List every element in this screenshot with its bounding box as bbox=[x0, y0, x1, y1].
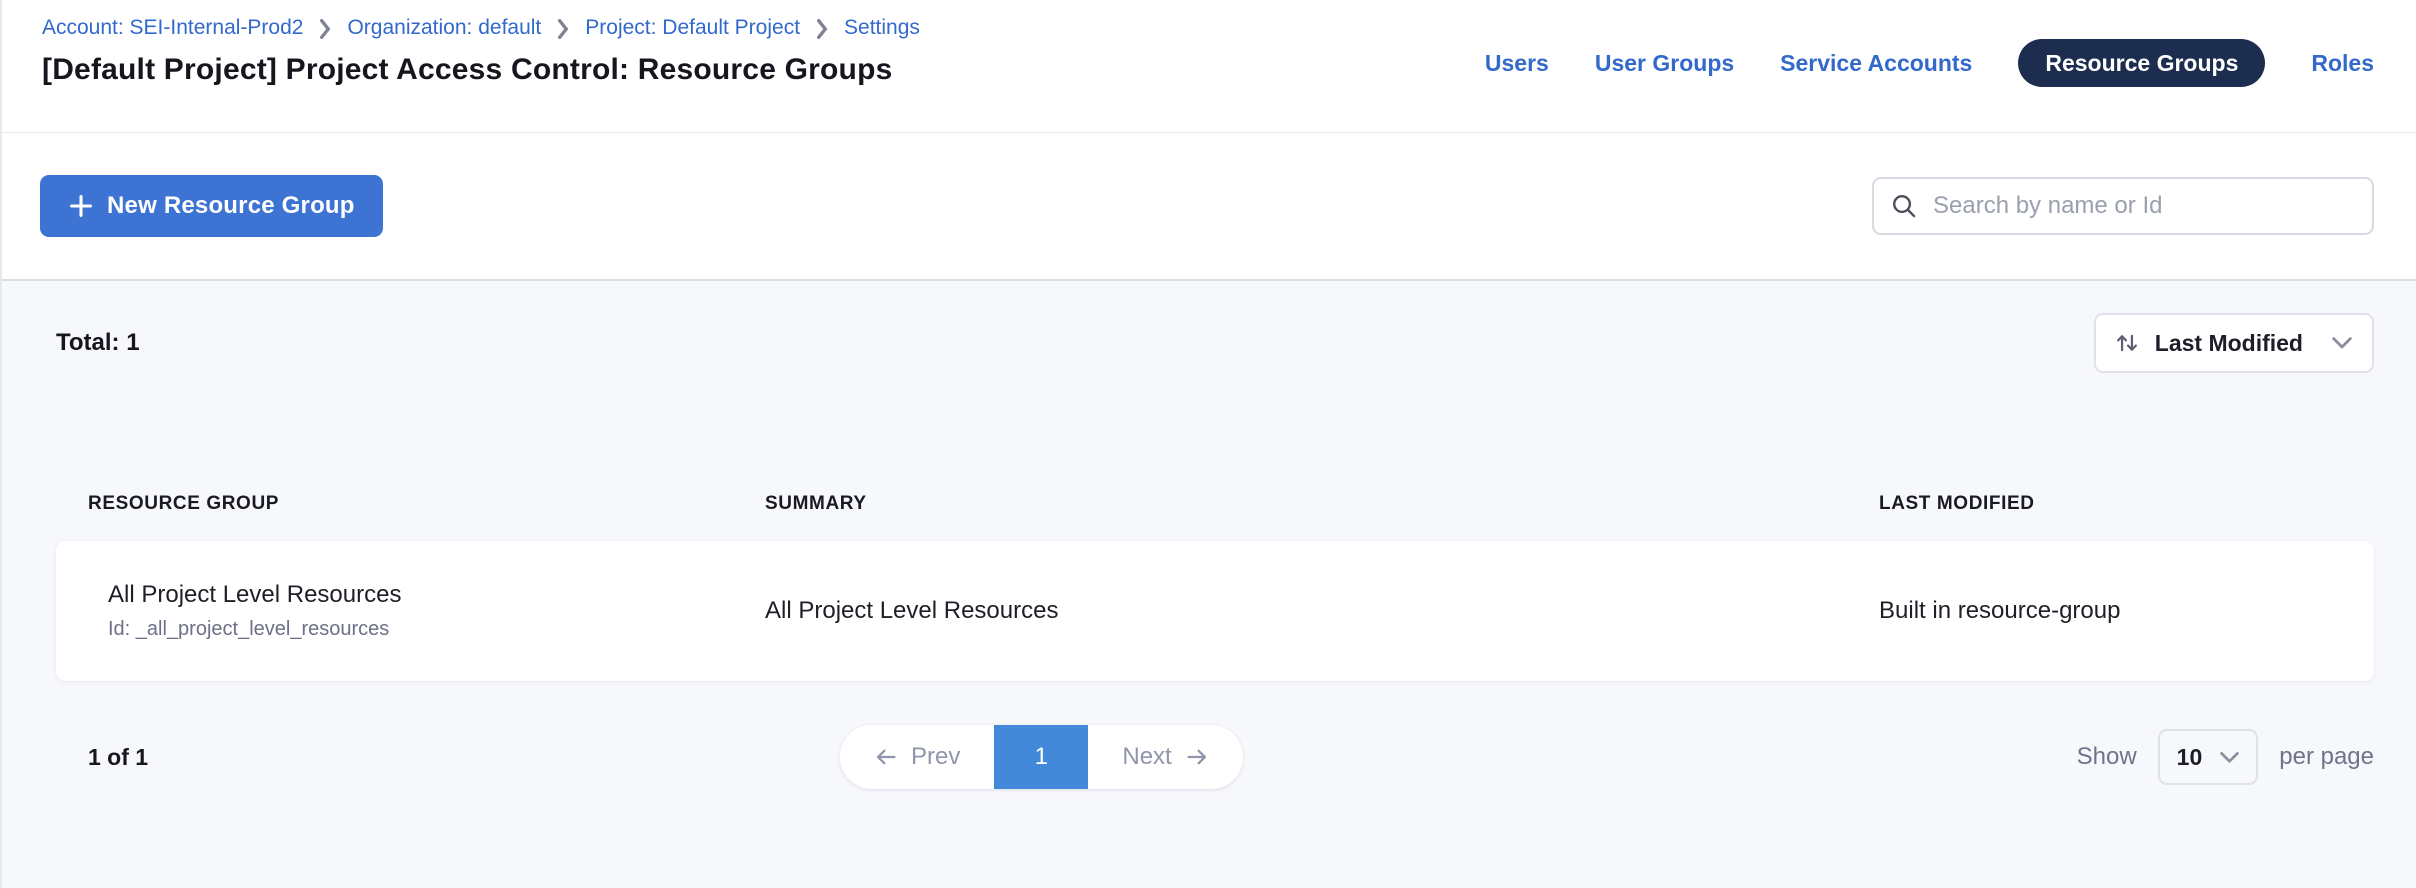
tab-users[interactable]: Users bbox=[1485, 50, 1549, 77]
page-size-control: Show 10 per page bbox=[2077, 729, 2374, 785]
sort-dropdown[interactable]: Last Modified bbox=[2094, 313, 2374, 373]
breadcrumb-organization-link[interactable]: Organization: default bbox=[347, 16, 541, 40]
page-size-select[interactable]: 10 bbox=[2158, 729, 2259, 785]
table-row[interactable]: All Project Level Resources Id: _all_pro… bbox=[56, 541, 2374, 681]
sort-arrows-icon bbox=[2114, 330, 2140, 356]
column-header-resource-group: RESOURCE GROUP bbox=[88, 493, 765, 515]
arrow-left-icon bbox=[874, 745, 898, 769]
plus-icon bbox=[68, 193, 94, 219]
chevron-right-icon bbox=[556, 19, 570, 39]
breadcrumb: Account: SEI-Internal-Prod2 Organization… bbox=[42, 16, 2374, 40]
arrow-right-icon bbox=[1185, 745, 1209, 769]
page-size-value: 10 bbox=[2177, 744, 2203, 771]
resource-group-id: Id: _all_project_level_resources bbox=[108, 618, 765, 641]
resource-group-list: Total: 1 Last Modified RESOURCE GROUP SU… bbox=[2, 281, 2416, 888]
resource-group-name-cell: All Project Level Resources Id: _all_pro… bbox=[88, 581, 765, 641]
chevron-right-icon bbox=[815, 19, 829, 39]
next-label: Next bbox=[1122, 743, 1171, 771]
resource-group-last-modified: Built in resource-group bbox=[1879, 597, 2374, 625]
column-header-last-modified: LAST MODIFIED bbox=[1879, 493, 2374, 515]
pagination: 1 of 1 Prev 1 Next Show 10 per page bbox=[56, 725, 2374, 789]
search-box bbox=[1872, 177, 2374, 235]
resource-group-name: All Project Level Resources bbox=[108, 581, 765, 609]
pager: Prev 1 Next bbox=[840, 725, 1243, 789]
per-page-label: per page bbox=[2279, 743, 2374, 771]
breadcrumb-project-link[interactable]: Project: Default Project bbox=[585, 16, 800, 40]
chevron-down-icon bbox=[2332, 336, 2352, 350]
page: Account: SEI-Internal-Prod2 Organization… bbox=[0, 0, 2416, 888]
new-resource-group-label: New Resource Group bbox=[107, 192, 355, 220]
prev-label: Prev bbox=[911, 743, 960, 771]
toolbar: New Resource Group bbox=[2, 133, 2416, 281]
page-number-button[interactable]: 1 bbox=[994, 725, 1088, 789]
search-icon bbox=[1890, 192, 1918, 220]
total-count: Total: 1 bbox=[56, 329, 140, 357]
search-input[interactable] bbox=[1933, 192, 2356, 220]
chevron-down-icon bbox=[2220, 751, 2239, 764]
table-header-row: RESOURCE GROUP SUMMARY LAST MODIFIED bbox=[56, 493, 2374, 515]
new-resource-group-button[interactable]: New Resource Group bbox=[40, 175, 383, 237]
page-range-label: 1 of 1 bbox=[56, 744, 148, 771]
tab-user-groups[interactable]: User Groups bbox=[1595, 50, 1734, 77]
tab-roles[interactable]: Roles bbox=[2311, 50, 2374, 77]
next-page-button[interactable]: Next bbox=[1088, 725, 1242, 789]
breadcrumb-account-link[interactable]: Account: SEI-Internal-Prod2 bbox=[42, 16, 303, 40]
resource-group-summary: All Project Level Resources bbox=[765, 597, 1879, 625]
column-header-summary: SUMMARY bbox=[765, 493, 1879, 515]
sort-dropdown-label: Last Modified bbox=[2155, 330, 2303, 357]
show-label: Show bbox=[2077, 743, 2137, 771]
page-header: Account: SEI-Internal-Prod2 Organization… bbox=[2, 0, 2416, 133]
tab-resource-groups[interactable]: Resource Groups bbox=[2018, 39, 2265, 87]
chevron-right-icon bbox=[318, 19, 332, 39]
tab-service-accounts[interactable]: Service Accounts bbox=[1780, 50, 1972, 77]
breadcrumb-settings-link[interactable]: Settings bbox=[844, 16, 920, 40]
list-controls: Total: 1 Last Modified bbox=[56, 313, 2374, 373]
access-control-tabs: Users User Groups Service Accounts Resou… bbox=[1485, 39, 2374, 87]
prev-page-button[interactable]: Prev bbox=[840, 725, 994, 789]
